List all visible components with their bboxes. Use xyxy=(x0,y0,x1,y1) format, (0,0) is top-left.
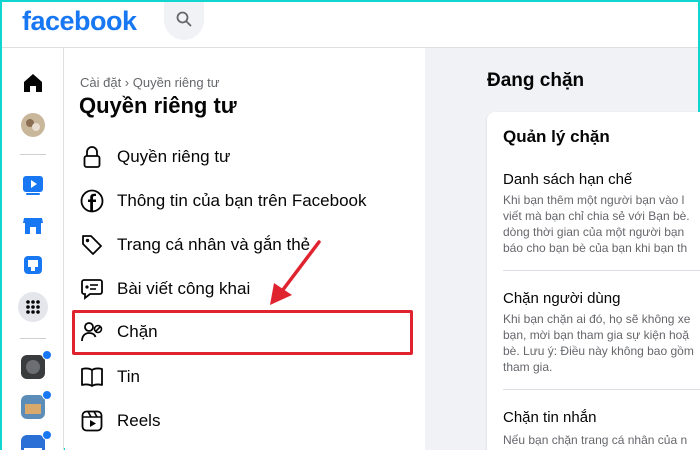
menu-item-public-posts[interactable]: Bài viết công khai xyxy=(75,269,415,309)
section-title: Chặn người dùng xyxy=(503,290,621,307)
menu-item-privacy[interactable]: Quyền riêng tư xyxy=(75,137,415,177)
lock-icon xyxy=(79,144,105,170)
gaming-icon[interactable] xyxy=(20,252,46,278)
section-desc-line: Nếu bạn chặn trang cá nhân của n xyxy=(503,433,688,447)
public-post-icon xyxy=(79,276,105,302)
notification-dot xyxy=(42,350,52,360)
watch-icon[interactable] xyxy=(20,172,46,198)
notification-dot xyxy=(42,390,52,400)
section-title: Danh sách hạn chế xyxy=(503,171,633,188)
section-desc-line: bè. Lưu ý: Điều này không bao gồm xyxy=(503,344,694,358)
blocking-title: Đang chặn xyxy=(487,70,585,91)
menu-item-profile-tagging[interactable]: Trang cá nhân và gắn thẻ xyxy=(75,225,415,265)
section-desc-line: Khi bạn thêm một người bạn vào l xyxy=(503,193,685,207)
menu-item-label: Tin xyxy=(117,367,140,386)
search-icon xyxy=(176,11,192,27)
section-desc-line: bạn, mời bạn tham gia sự kiện hoặ xyxy=(503,328,690,342)
section-title: Chặn tin nhắn xyxy=(503,409,597,426)
story-icon xyxy=(79,364,105,390)
menu-item-label: Bài viết công khai xyxy=(117,279,251,298)
menu-item-label: Quyền riêng tư xyxy=(117,147,231,166)
left-rail xyxy=(2,48,64,450)
facebook-icon xyxy=(79,188,105,214)
menu-grid-icon[interactable] xyxy=(18,292,48,322)
section-desc-line: báo cho bạn bè của bạn khi bạn th xyxy=(503,241,688,255)
reels-icon xyxy=(79,408,105,434)
menu-item-label: Thông tin của bạn trên Facebook xyxy=(117,191,367,210)
search-button[interactable] xyxy=(164,2,204,40)
section-desc-line: dòng thời gian của một người bạn xyxy=(503,225,685,239)
profile-avatar[interactable] xyxy=(20,112,46,138)
marketplace-icon[interactable] xyxy=(20,212,46,238)
section-desc-line: Khi bạn chặn ai đó, họ sẽ không xe xyxy=(503,312,691,326)
privacy-settings-panel: Cài đặt › Quyền riêng tư Quyền riêng tư … xyxy=(65,48,425,450)
home-icon[interactable] xyxy=(20,70,46,96)
menu-item-your-information[interactable]: Thông tin của bạn trên Facebook xyxy=(75,181,415,221)
annotation-arrow xyxy=(270,240,321,305)
section-divider xyxy=(503,270,700,271)
section-desc-line: viết mà bạn chỉ chia sẻ với Bạn bè. xyxy=(503,209,690,223)
menu-item-label: Reels xyxy=(117,411,161,430)
manage-blocking-card: Quản lý chặn Danh sách hạn chế Khi bạn t… xyxy=(487,112,700,450)
card-title: Quản lý chặn xyxy=(503,127,610,146)
breadcrumb[interactable]: Cài đặt › Quyền riêng tư xyxy=(80,75,220,90)
section-desc-line: tham gia. xyxy=(503,360,553,374)
tag-icon xyxy=(79,232,105,258)
rail-divider xyxy=(20,338,46,339)
section-divider xyxy=(503,389,700,390)
highlight-box xyxy=(72,310,413,355)
top-bar: facebook xyxy=(2,2,698,48)
menu-item-reels[interactable]: Reels xyxy=(75,401,415,441)
notification-dot xyxy=(42,430,52,440)
blocking-content: Đang chặn Quản lý chặn Danh sách hạn chế… xyxy=(425,48,700,450)
page-title: Quyền riêng tư xyxy=(79,93,237,118)
rail-divider xyxy=(20,154,46,155)
menu-item-stories[interactable]: Tin xyxy=(75,357,415,397)
facebook-logo[interactable]: facebook xyxy=(22,6,137,37)
